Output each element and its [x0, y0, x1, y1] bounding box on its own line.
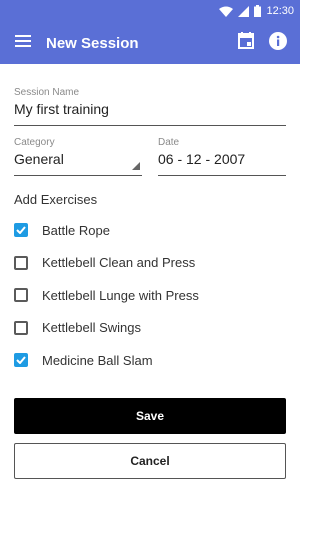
check-icon — [16, 356, 26, 365]
check-icon — [16, 226, 26, 235]
date-field[interactable]: Date 06 - 12 - 2007 — [158, 137, 286, 176]
exercise-item-kettlebell-lunge-press[interactable]: Kettlebell Lunge with Press — [14, 279, 286, 312]
exercise-label: Kettlebell Swings — [42, 320, 141, 336]
cell-signal-icon — [238, 5, 250, 17]
exercise-label: Kettlebell Lunge with Press — [42, 287, 199, 303]
category-select[interactable]: Category General — [14, 137, 142, 176]
info-button[interactable] — [262, 22, 294, 64]
exercise-item-battle-rope[interactable]: Battle Rope — [14, 214, 286, 247]
date-value: 06 - 12 - 2007 — [158, 151, 246, 167]
category-underline — [14, 175, 142, 176]
exercise-label: Medicine Ball Slam — [42, 352, 153, 368]
calendar-icon — [238, 32, 254, 54]
dropdown-arrow-icon — [132, 162, 140, 170]
app-bar: New Session — [0, 22, 300, 64]
date-underline — [158, 175, 286, 176]
category-label: Category — [14, 137, 55, 148]
exercise-label: Kettlebell Clean and Press — [42, 255, 196, 271]
save-button[interactable]: Save — [14, 398, 286, 434]
date-label: Date — [158, 137, 180, 148]
add-exercises-heading: Add Exercises — [14, 192, 98, 207]
battery-icon — [254, 5, 262, 17]
cancel-button[interactable]: Cancel — [14, 443, 286, 479]
exercise-item-medicine-ball-slam[interactable]: Medicine Ball Slam — [14, 344, 286, 377]
checkbox[interactable] — [14, 255, 28, 270]
session-name-label: Session Name — [14, 87, 80, 98]
menu-icon — [15, 34, 31, 52]
status-time: 12:30 — [266, 5, 294, 17]
wifi-icon — [219, 6, 234, 17]
menu-button[interactable] — [0, 22, 46, 64]
checkbox[interactable] — [14, 288, 28, 303]
page-title: New Session — [46, 34, 139, 52]
exercise-label: Battle Rope — [42, 222, 110, 238]
exercise-item-kettlebell-swings[interactable]: Kettlebell Swings — [14, 312, 286, 345]
calendar-button[interactable] — [230, 22, 262, 64]
status-bar: 12:30 — [0, 0, 300, 22]
session-name-value: My first training — [14, 101, 109, 117]
session-name-underline — [14, 125, 286, 126]
exercise-list: Battle Rope Kettlebell Clean and Press K… — [14, 214, 286, 377]
info-icon — [269, 31, 287, 55]
session-name-field[interactable]: Session Name My first training — [14, 87, 286, 126]
checkbox[interactable] — [14, 223, 28, 238]
exercise-item-kettlebell-clean-press[interactable]: Kettlebell Clean and Press — [14, 247, 286, 280]
checkbox[interactable] — [14, 320, 28, 335]
category-value: General — [14, 151, 64, 167]
checkbox[interactable] — [14, 353, 28, 368]
